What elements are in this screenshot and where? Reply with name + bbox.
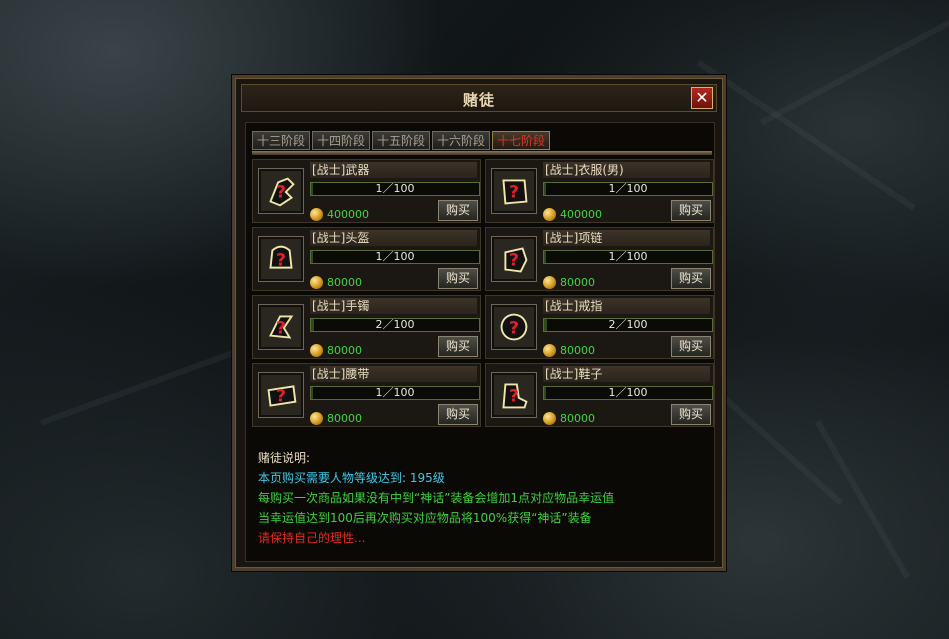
item-slot[interactable]: ? — [258, 372, 304, 418]
luck-progress-text: 2／100 — [375, 318, 415, 331]
gold-coin-icon — [543, 412, 556, 425]
description-heading: 赌徒说明: — [258, 451, 311, 465]
buy-button[interactable]: 购买 — [438, 404, 478, 425]
luck-progress-bar: 1／100 — [310, 386, 480, 400]
item-card: ? [战士]鞋子 1／100 80000 购买 — [485, 363, 714, 427]
item-price: 400000 — [327, 208, 369, 221]
description-line: 每购买一次商品如果没有中到“神话”装备会增加1点对应物品幸运值 — [258, 491, 615, 505]
buy-button[interactable]: 购买 — [671, 404, 711, 425]
luck-progress-text: 1／100 — [375, 182, 415, 195]
buy-button[interactable]: 购买 — [438, 268, 478, 289]
mystery-belt-icon: ? — [267, 385, 297, 407]
svg-text:?: ? — [276, 251, 286, 271]
mystery-bracelet-icon: ? — [269, 315, 294, 339]
luck-progress-text: 1／100 — [608, 386, 648, 399]
luck-progress-text: 1／100 — [375, 386, 415, 399]
luck-progress-text: 1／100 — [375, 250, 415, 263]
luck-progress-bar: 1／100 — [310, 182, 480, 196]
item-card: ? [战士]戒指 2／100 80000 购买 — [485, 295, 714, 359]
item-slot[interactable]: ? — [491, 168, 537, 214]
item-card: ? [战士]衣服(男) 1／100 400000 购买 — [485, 159, 714, 223]
luck-progress-bar: 1／100 — [310, 250, 480, 264]
item-name: [战士]项链 — [543, 230, 710, 246]
svg-text:?: ? — [509, 387, 519, 407]
tab-divider — [252, 151, 712, 155]
item-name: [战士]鞋子 — [543, 366, 710, 382]
dialog-title: 赌徒 — [462, 91, 495, 109]
gold-coin-icon — [310, 208, 323, 221]
item-slot[interactable]: ? — [258, 168, 304, 214]
description-line: 当幸运值达到100后再次购买对应物品将100%获得“神话”装备 — [258, 511, 592, 525]
item-name: [战士]衣服(男) — [543, 162, 710, 178]
gold-coin-icon — [543, 208, 556, 221]
description-panel: 赌徒说明: 本页购买需要人物等级达到: 195级 每购买一次商品如果没有中到“神… — [258, 448, 708, 548]
item-card: ? [战士]手镯 2／100 80000 购买 — [252, 295, 481, 359]
item-price: 80000 — [560, 344, 595, 357]
item-price: 400000 — [560, 208, 602, 221]
gold-coin-icon — [543, 276, 556, 289]
luck-progress-bar: 2／100 — [310, 318, 480, 332]
item-price: 80000 — [327, 344, 362, 357]
gold-coin-icon — [310, 412, 323, 425]
tab-stage-16[interactable]: 十六阶段 — [432, 131, 491, 150]
item-slot[interactable]: ? — [491, 372, 537, 418]
buy-button[interactable]: 购买 — [671, 200, 711, 221]
mystery-boots-icon: ? — [502, 383, 528, 409]
svg-text:?: ? — [276, 319, 286, 339]
close-button[interactable]: ✕ — [691, 87, 713, 109]
item-card: ? [战士]项链 1／100 80000 购买 — [485, 227, 714, 291]
luck-progress-bar: 1／100 — [543, 386, 713, 400]
mystery-helmet-icon: ? — [269, 245, 293, 271]
item-slot[interactable]: ? — [491, 304, 537, 350]
item-card: ? [战士]武器 1／100 400000 购买 — [252, 159, 481, 223]
item-name: [战士]腰带 — [310, 366, 477, 382]
luck-progress-text: 1／100 — [608, 250, 648, 263]
mystery-ring-icon: ? — [500, 313, 528, 341]
luck-progress-text: 2／100 — [608, 318, 648, 331]
luck-progress-text: 1／100 — [608, 182, 648, 195]
luck-progress-bar: 1／100 — [543, 182, 713, 196]
mystery-weapon-icon: ? — [269, 177, 295, 207]
buy-button[interactable]: 购买 — [438, 336, 478, 357]
buy-button[interactable]: 购买 — [671, 336, 711, 357]
tab-stage-15[interactable]: 十五阶段 — [372, 131, 431, 150]
luck-progress-bar: 2／100 — [543, 318, 713, 332]
description-line: 本页购买需要人物等级达到: 195级 — [258, 471, 445, 485]
tab-stage-17[interactable]: 十七阶段 — [492, 131, 551, 150]
luck-progress-bar: 1／100 — [543, 250, 713, 264]
item-name: [战士]武器 — [310, 162, 477, 178]
item-name: [战士]手镯 — [310, 298, 477, 314]
item-card: ? [战士]腰带 1／100 80000 购买 — [252, 363, 481, 427]
item-slot[interactable]: ? — [258, 236, 304, 282]
close-icon: ✕ — [695, 88, 709, 107]
mystery-armor-icon: ? — [502, 179, 528, 205]
item-slot[interactable]: ? — [491, 236, 537, 282]
item-slot[interactable]: ? — [258, 304, 304, 350]
item-price: 80000 — [560, 276, 595, 289]
gold-coin-icon — [543, 344, 556, 357]
item-price: 80000 — [327, 276, 362, 289]
svg-text:?: ? — [276, 387, 286, 407]
title-bar: 赌徒 ✕ — [241, 84, 717, 112]
description-line: 请保持自己的理性... — [258, 531, 366, 545]
svg-text:?: ? — [276, 183, 286, 203]
gold-coin-icon — [310, 344, 323, 357]
svg-text:?: ? — [509, 319, 519, 339]
item-name: [战士]头盔 — [310, 230, 477, 246]
gambler-dialog: 赌徒 ✕ 十三阶段 十四阶段 十五阶段 十六阶段 十七阶段 ? [战士]武器 1／1… — [232, 75, 726, 571]
item-price: 80000 — [327, 412, 362, 425]
item-price: 80000 — [560, 412, 595, 425]
svg-text:?: ? — [509, 183, 519, 203]
dialog-content: 十三阶段 十四阶段 十五阶段 十六阶段 十七阶段 ? [战士]武器 1／100 400… — [245, 122, 715, 562]
buy-button[interactable]: 购买 — [671, 268, 711, 289]
buy-button[interactable]: 购买 — [438, 200, 478, 221]
mystery-necklace-icon: ? — [504, 247, 528, 273]
item-card: ? [战士]头盔 1／100 80000 购买 — [252, 227, 481, 291]
tab-stage-14[interactable]: 十四阶段 — [312, 131, 371, 150]
gold-coin-icon — [310, 276, 323, 289]
tab-stage-13[interactable]: 十三阶段 — [252, 131, 311, 150]
item-name: [战士]戒指 — [543, 298, 710, 314]
svg-text:?: ? — [509, 251, 519, 271]
stage-tabs: 十三阶段 十四阶段 十五阶段 十六阶段 十七阶段 — [252, 131, 551, 151]
